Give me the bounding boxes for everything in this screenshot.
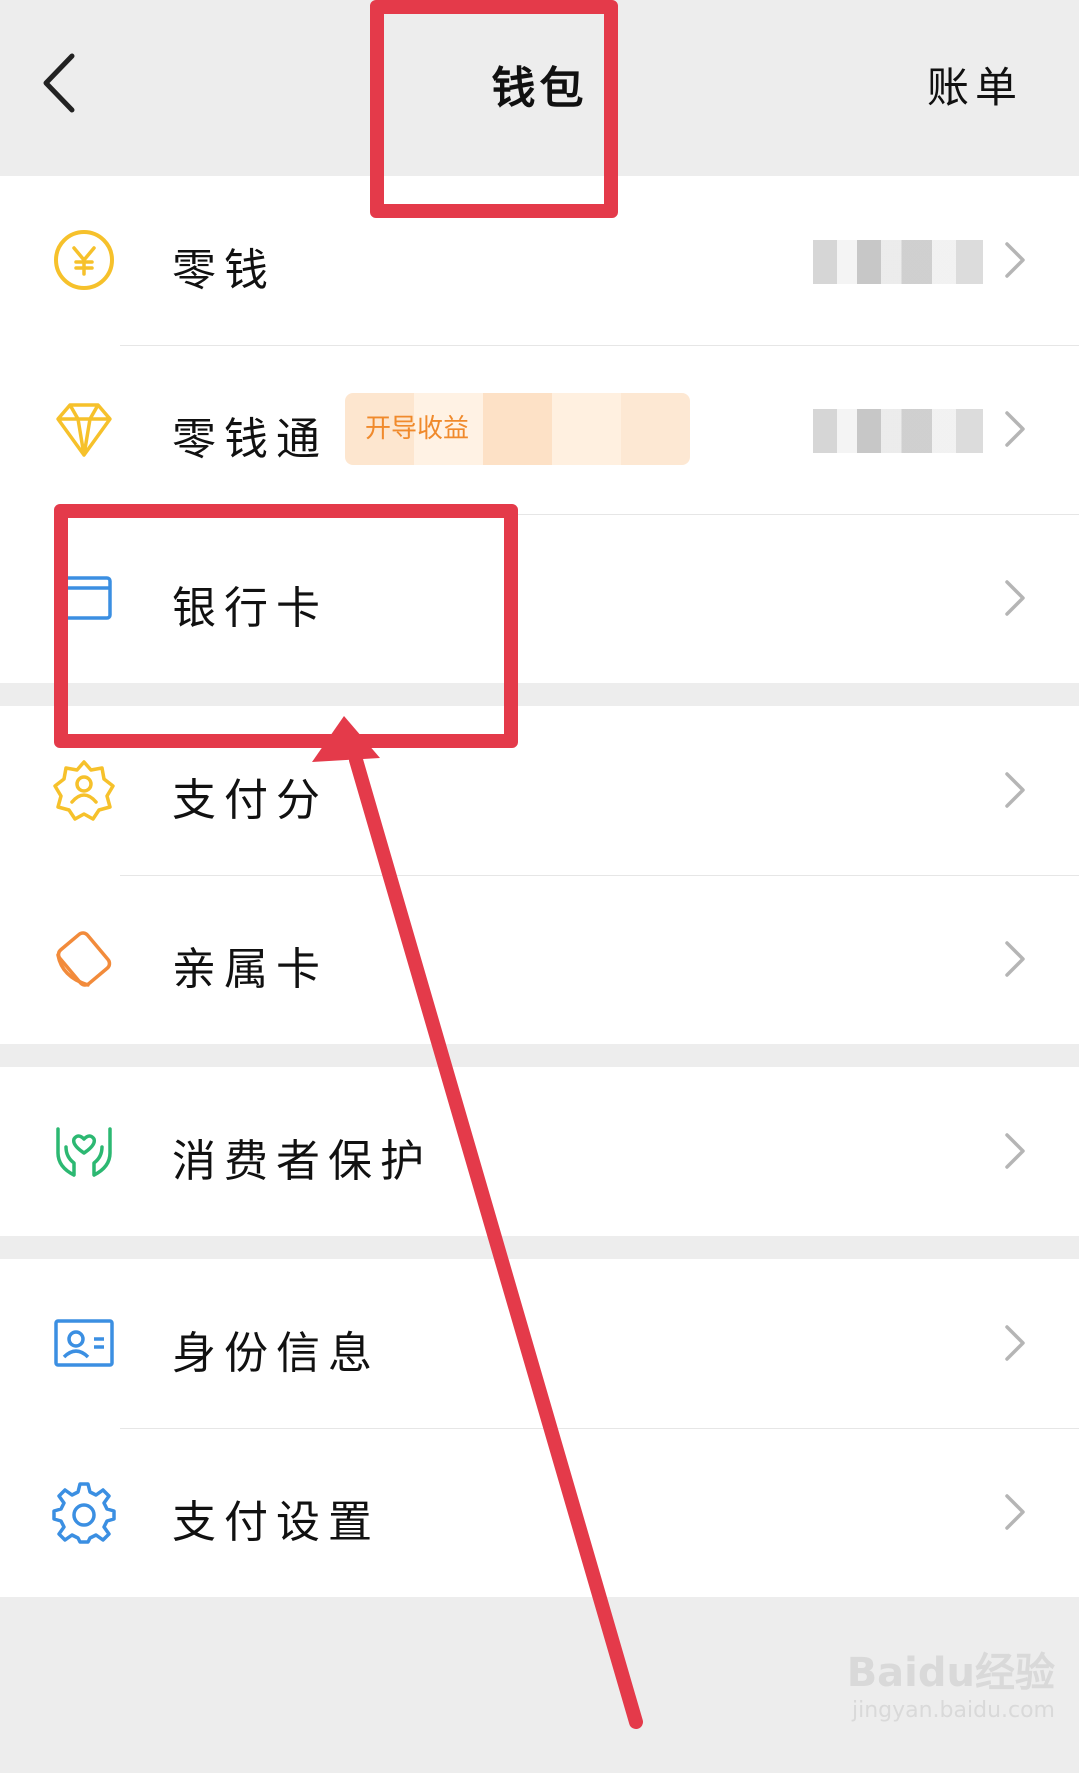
bill-button[interactable]: 账单 (927, 54, 1023, 115)
row-change[interactable]: 零钱 (0, 176, 1079, 345)
row-label: 支付设置 (172, 1497, 380, 1548)
row-bank-card[interactable]: 银行卡 (0, 514, 1079, 683)
row-label: 零钱 (172, 245, 276, 296)
watermark-site: jingyan.baidu.com (851, 1698, 1055, 1723)
chevron-right-icon (1005, 242, 1025, 278)
row-label: 银行卡 (172, 583, 328, 634)
pay-score-badge-icon (53, 760, 115, 821)
promo-tag[interactable]: 开导收益 (345, 393, 690, 465)
wallet-group-3: 消费者保护 (0, 1067, 1079, 1236)
wallet-group-4: 身份信息 支付设置 (0, 1259, 1079, 1597)
row-label: 身份信息 (172, 1328, 380, 1379)
id-card-icon (54, 1319, 114, 1367)
row-identity-info[interactable]: 身份信息 (0, 1259, 1079, 1428)
row-label: 消费者保护 (172, 1136, 432, 1187)
balance-redacted (813, 409, 983, 453)
family-card-icon (56, 931, 112, 987)
row-label: 亲属卡 (172, 944, 328, 995)
chevron-right-icon (1005, 411, 1025, 447)
chevron-right-icon (1005, 1494, 1025, 1530)
page-title: 钱包 (491, 63, 588, 114)
diamond-icon (56, 403, 112, 457)
chevron-right-icon (1005, 772, 1025, 808)
chevron-right-icon (1005, 1133, 1025, 1169)
header: 钱包 账单 (0, 0, 1079, 176)
chevron-right-icon (1005, 1325, 1025, 1361)
yuan-coin-icon (54, 230, 114, 290)
balance-redacted (813, 240, 983, 284)
row-pay-score[interactable]: 支付分 (0, 706, 1079, 875)
watermark: Baidu经验 jingyan.baidu.com (847, 1640, 1055, 1723)
gear-icon (52, 1482, 116, 1544)
row-label: 支付分 (172, 775, 328, 826)
row-lingqiantong[interactable]: 零钱通 开导收益 (0, 345, 1079, 514)
row-pay-settings[interactable]: 支付设置 (0, 1428, 1079, 1597)
wallet-group-1: 零钱 零钱通 开导收益 银行卡 (0, 176, 1079, 683)
row-family-card[interactable]: 亲属卡 (0, 875, 1079, 1044)
protection-hands-icon (56, 1127, 112, 1177)
chevron-right-icon (1005, 941, 1025, 977)
row-consumer-protection[interactable]: 消费者保护 (0, 1067, 1079, 1236)
bank-card-icon (56, 576, 112, 620)
chevron-right-icon (1005, 580, 1025, 616)
wallet-group-2: 支付分 亲属卡 (0, 706, 1079, 1044)
row-label: 零钱通 (172, 414, 328, 465)
watermark-brand: Baidu经验 (846, 1650, 1055, 1696)
